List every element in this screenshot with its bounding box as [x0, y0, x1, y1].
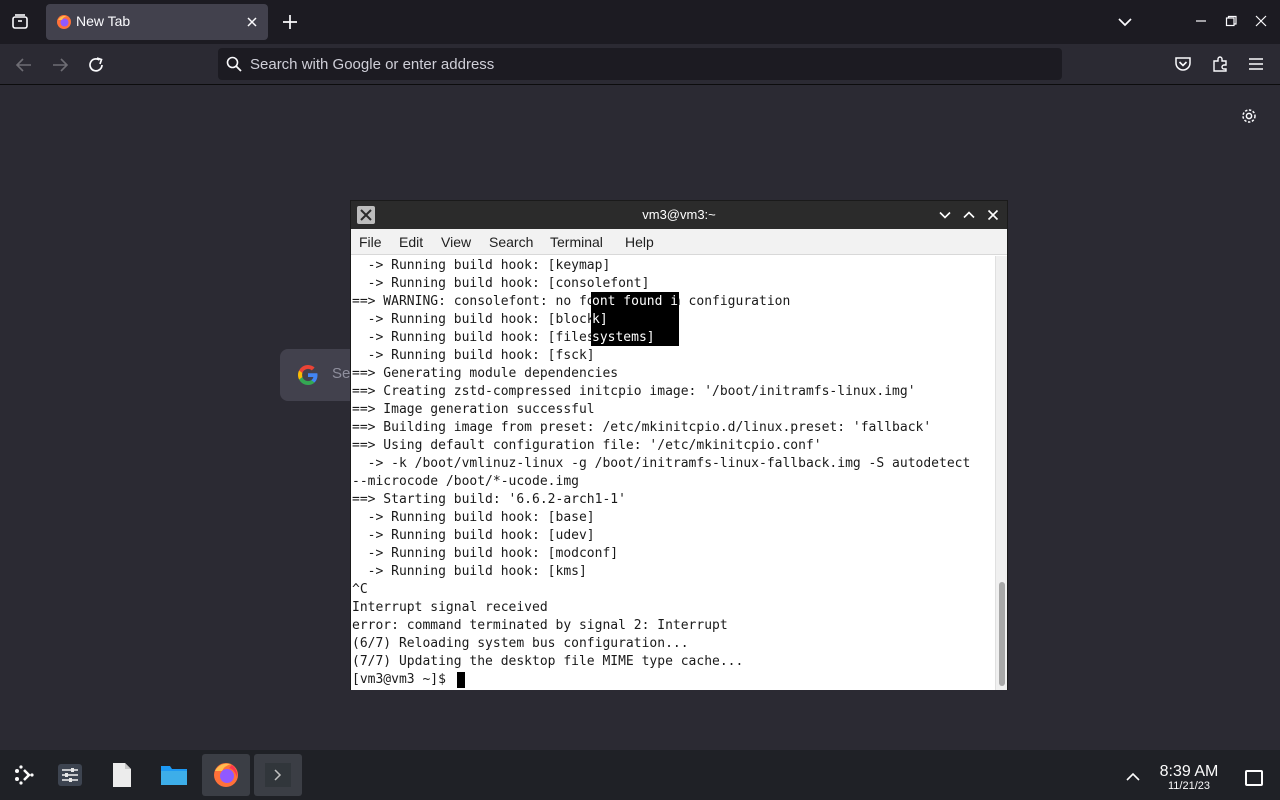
- terminal-line: ^C: [352, 582, 368, 597]
- restore-icon[interactable]: [1224, 14, 1238, 28]
- scrollbar-thumb[interactable]: [999, 582, 1005, 686]
- search-icon: [226, 56, 242, 72]
- menu-file[interactable]: File: [359, 234, 382, 250]
- terminal-titlebar[interactable]: vm3@vm3:~: [351, 201, 1007, 229]
- gear-icon[interactable]: [1240, 107, 1258, 125]
- terminal-prompt: [vm3@vm3 ~]$: [352, 672, 454, 687]
- text-cursor: [457, 672, 465, 688]
- terminal-line: -> Running build hook: [fsck]: [352, 348, 595, 363]
- terminal-line: --microcode /boot/*-ucode.img: [352, 474, 579, 489]
- document-icon: [108, 761, 136, 789]
- menu-terminal[interactable]: Terminal: [550, 234, 603, 250]
- chevron-up-icon[interactable]: [1125, 770, 1141, 784]
- taskbar-terminal[interactable]: [254, 754, 302, 796]
- forward-arrow-icon[interactable]: [50, 55, 70, 75]
- tab-title: New Tab: [76, 13, 131, 29]
- reload-icon[interactable]: [86, 55, 106, 75]
- terminal-line: -> -k /boot/vmlinuz-linux -g /boot/initr…: [352, 456, 971, 471]
- clock-time: 8:39 AM: [1159, 763, 1219, 780]
- terminal-line: ==> Image generation successful: [352, 402, 595, 417]
- taskbar-system-settings[interactable]: [46, 754, 94, 796]
- terminal-line: -> Running build hook: [modconf]: [352, 546, 619, 561]
- terminal-line: ==> Starting build: '6.6.2-arch1-1': [352, 492, 626, 507]
- launcher-icon: [10, 761, 38, 789]
- google-search-placeholder: Se: [332, 365, 351, 382]
- hamburger-menu-icon[interactable]: [1247, 55, 1265, 73]
- selected-text: systems]: [592, 330, 655, 345]
- extensions-icon[interactable]: [1211, 55, 1229, 73]
- terminal-window[interactable]: vm3@vm3:~ File Edit View Search Terminal…: [350, 200, 1008, 690]
- menu-view[interactable]: View: [441, 234, 471, 250]
- navigation-bar: [0, 44, 1280, 85]
- back-arrow-icon[interactable]: [14, 55, 34, 75]
- address-bar[interactable]: [218, 48, 1062, 80]
- terminal-line: -> Running build hook: [consolefont]: [352, 276, 650, 291]
- folder-icon: [160, 761, 188, 789]
- firefox-icon: [212, 761, 240, 789]
- clock[interactable]: 8:39 AM 11/21/23: [1150, 763, 1228, 793]
- terminal-line: ==> Building image from preset: /etc/mki…: [352, 420, 932, 435]
- tab-new-tab[interactable]: New Tab: [46, 4, 268, 40]
- clock-date: 11/21/23: [1167, 780, 1210, 792]
- selected-text: ont found i: [592, 294, 679, 309]
- url-input[interactable]: [250, 52, 1030, 76]
- close-tab-icon[interactable]: [244, 14, 260, 30]
- terminal-line: error: command terminated by signal 2: I…: [352, 618, 728, 633]
- terminal-title: vm3@vm3:~: [642, 207, 716, 222]
- terminal-menubar: File Edit View Search Terminal Help: [351, 229, 1007, 255]
- menu-edit[interactable]: Edit: [399, 234, 423, 250]
- list-all-tabs-icon[interactable]: [8, 10, 32, 34]
- minimize-icon[interactable]: [937, 207, 953, 223]
- terminal-line: (7/7) Updating the desktop file MIME typ…: [352, 654, 744, 669]
- settings-sliders-icon: [56, 761, 84, 789]
- minimize-icon[interactable]: [1194, 14, 1208, 28]
- terminal-line: ==> Generating module dependencies: [352, 366, 619, 381]
- maximize-icon[interactable]: [961, 207, 977, 223]
- terminal-line: -> Running build hook: [keymap]: [352, 258, 611, 273]
- terminal-output[interactable]: -> Running build hook: [keymap] -> Runni…: [351, 256, 995, 690]
- menu-help[interactable]: Help: [625, 234, 654, 250]
- menu-search[interactable]: Search: [489, 234, 533, 250]
- taskbar-file-manager[interactable]: [150, 754, 198, 796]
- chevron-down-icon[interactable]: [1116, 13, 1134, 31]
- terminal-line: -> Running build hook: [udev]: [352, 528, 595, 543]
- terminal-scrollbar[interactable]: [995, 256, 1007, 690]
- terminal-line: ==> Using default configuration file: '/…: [352, 438, 822, 453]
- terminal-line: Interrupt signal received: [352, 600, 548, 615]
- application-launcher[interactable]: [0, 754, 48, 796]
- terminal-line: (6/7) Reloading system bus configuration…: [352, 636, 689, 651]
- terminal-line: ==> Creating zstd-compressed initcpio im…: [352, 384, 916, 399]
- close-window-icon[interactable]: [1254, 14, 1268, 28]
- new-tab-icon[interactable]: [280, 12, 300, 32]
- selected-text: k]: [592, 312, 608, 327]
- terminal-line: -> Running build hook: [kms]: [352, 564, 587, 579]
- close-icon[interactable]: [985, 207, 1001, 223]
- google-logo-icon: [296, 363, 320, 387]
- pocket-icon[interactable]: [1174, 55, 1192, 73]
- taskbar-firefox[interactable]: [202, 754, 250, 796]
- terminal-icon: [264, 761, 292, 789]
- firefox-icon: [56, 14, 72, 30]
- show-desktop-icon[interactable]: [1245, 770, 1263, 786]
- taskbar: 8:39 AM 11/21/23: [0, 750, 1280, 800]
- tab-strip: New Tab: [0, 0, 1280, 44]
- taskbar-text-editor[interactable]: [98, 754, 146, 796]
- terminal-line: -> Running build hook: [base]: [352, 510, 595, 525]
